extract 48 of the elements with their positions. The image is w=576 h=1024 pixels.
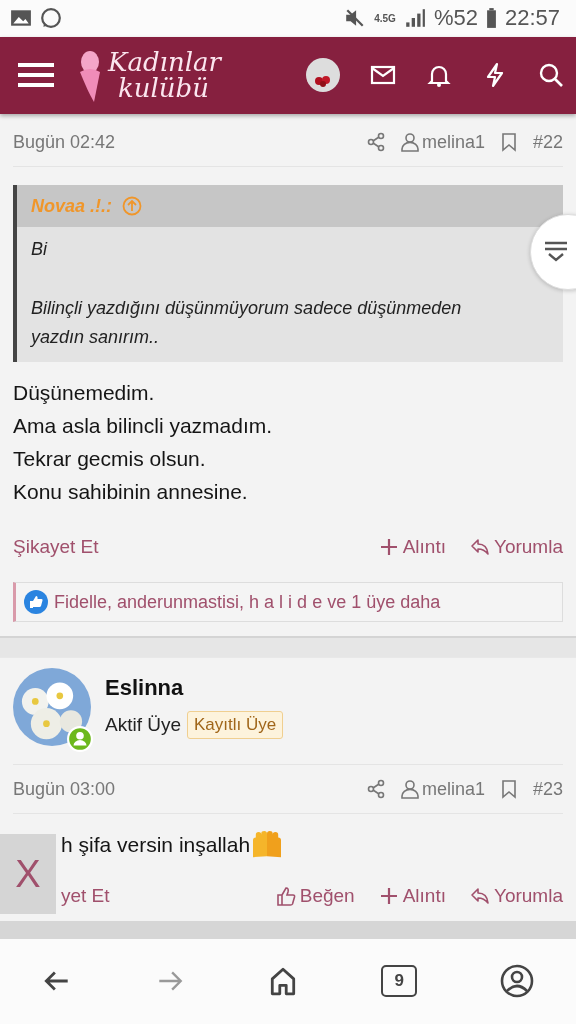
action-link[interactable]: Yorumla [494, 536, 563, 559]
battery-percent: %52 [433, 5, 478, 32]
logo-text: kulübü [117, 75, 210, 102]
search-icon[interactable] [538, 62, 564, 89]
plus-icon [378, 886, 399, 907]
battery-icon [485, 7, 497, 30]
post-text: h şifa versin inşallah [61, 832, 251, 859]
menu-icon [18, 61, 54, 90]
username[interactable]: melina1 [421, 778, 485, 800]
post-time[interactable]: Bugün 03:00 [13, 778, 116, 800]
thumbs-up-icon [275, 886, 296, 907]
logo-text: Kadınlar [108, 49, 221, 76]
post-text: Ama asla bilincli yazmadım. [13, 413, 273, 440]
member-title: Aktif Üye [105, 714, 182, 737]
member-badge: Kayıtlı Üye [187, 711, 284, 740]
signal-icon [403, 7, 426, 30]
clock: 22:57 [504, 5, 560, 32]
share-icon[interactable] [365, 779, 386, 800]
close-ad-button[interactable]: X [0, 834, 56, 914]
network-label: 4.5G [374, 12, 396, 24]
action-link[interactable]: Alıntı [402, 536, 446, 559]
menu-button[interactable] [18, 61, 54, 90]
post-text: Tekrar gecmis olsun. [13, 446, 206, 473]
post-number[interactable]: #22 [532, 131, 563, 153]
tabs-button[interactable]: 9 [381, 965, 418, 998]
scroll-down-icon [543, 240, 569, 264]
report-link[interactable]: Şikayet Et [13, 536, 99, 559]
user-icon [399, 132, 420, 153]
author-name[interactable]: Eslinna [105, 675, 284, 702]
share-icon[interactable] [365, 132, 386, 153]
report-link[interactable]: yet Et [61, 885, 110, 908]
action-link[interactable]: Alıntı [402, 885, 446, 908]
action-link[interactable]: Yorumla [494, 885, 563, 908]
likes-text[interactable]: Fidelle, anderunmastisi, h a l i d e ve 1 üye daha [54, 591, 441, 613]
quote-text: Bi [31, 238, 49, 262]
plus-icon [378, 537, 399, 558]
thumbs-up-icon [24, 590, 48, 615]
username[interactable]: melina1 [421, 131, 485, 153]
quote-text: Bilinçli yazdığını düşünmüyorum sadece düşünmeden yazdın sanırım.. [31, 297, 463, 350]
post-text: Düşünemedim. [13, 380, 155, 407]
post-time[interactable]: Bugün 02:42 [13, 131, 116, 153]
post-text: Konu sahibinin annesine. [13, 479, 248, 506]
action-link[interactable]: Beğen [299, 885, 355, 908]
reply-icon [470, 886, 490, 907]
account-icon[interactable] [500, 964, 535, 999]
reply-icon [470, 537, 490, 558]
user-icon [399, 779, 420, 800]
post-number[interactable]: #23 [532, 778, 563, 800]
